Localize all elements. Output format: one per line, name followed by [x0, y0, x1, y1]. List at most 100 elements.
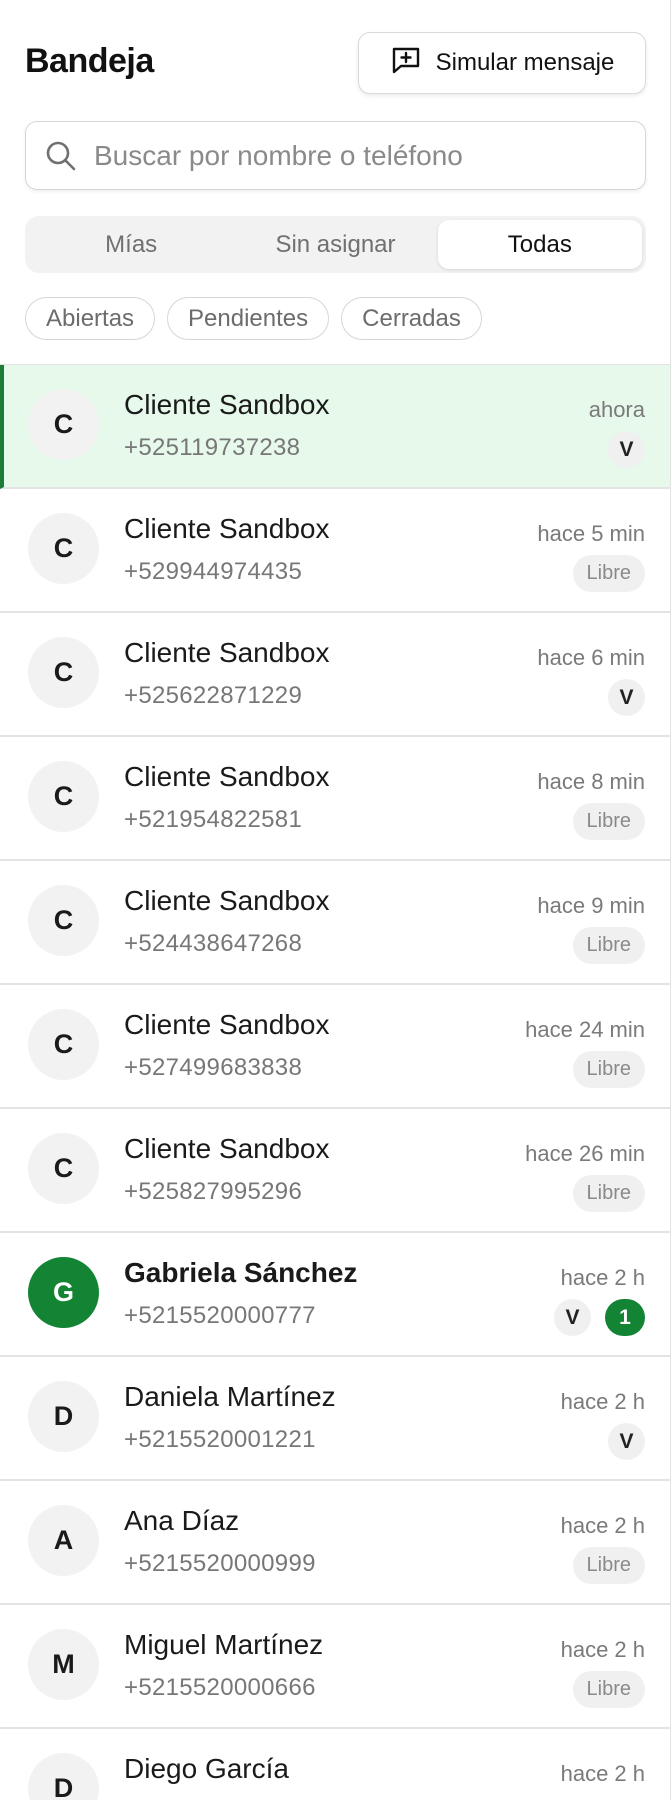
avatar: C [28, 389, 99, 460]
row-badges: V [608, 431, 645, 468]
avatar: M [28, 1629, 99, 1700]
filter-chip-abiertas[interactable]: Abiertas [25, 297, 156, 340]
timestamp: hace 2 h [560, 1513, 645, 1538]
assignee-badge: V [608, 1423, 645, 1460]
status-badge: Libre [572, 1051, 645, 1088]
conversation-list: C Cliente Sandbox +525119737238 ahora V C Clie… [0, 364, 670, 1800]
contact-name: Cliente Sandbox [124, 389, 330, 420]
timestamp: hace 9 min [537, 893, 645, 918]
contact-phone: +5215520000666 [124, 1674, 316, 1701]
search-box [25, 121, 646, 190]
contact-phone: +527499683838 [124, 1054, 303, 1081]
timestamp: hace 24 min [525, 1017, 645, 1042]
page-title: Bandeja [25, 42, 154, 80]
contact-phone: +521954822581 [124, 806, 303, 833]
contact-phone: +524438647268 [124, 930, 303, 957]
tab-todas[interactable]: Todas [437, 220, 642, 269]
contact-name: Miguel Martínez [124, 1629, 324, 1660]
timestamp: hace 8 min [537, 769, 645, 794]
filter-chip-pendientes[interactable]: Pendientes [167, 297, 330, 340]
tab-sin-asignar[interactable]: Sin asignar [233, 220, 437, 269]
add-message-icon [390, 44, 422, 83]
avatar: D [28, 1753, 99, 1800]
conversation-row[interactable]: C Cliente Sandbox +521954822581 hace 8 min L… [0, 737, 670, 861]
search-input[interactable] [92, 138, 616, 173]
contact-name: Diego García [124, 1753, 289, 1784]
avatar: C [28, 761, 99, 832]
contact-phone: +5215520000999 [124, 1550, 316, 1577]
avatar: D [28, 1381, 99, 1452]
inbox-header: Bandeja Simular mensaje [25, 32, 646, 96]
conversation-row[interactable]: C Cliente Sandbox +527499683838 hace 24 min… [0, 985, 670, 1109]
row-badges: Libre [572, 803, 645, 840]
avatar: C [28, 1133, 99, 1204]
contact-name: Cliente Sandbox [124, 885, 330, 916]
row-badges: V1 [554, 1299, 645, 1336]
status-badge: Libre [572, 1671, 645, 1708]
unread-count-badge: 1 [605, 1299, 645, 1336]
contact-name: Cliente Sandbox [124, 1009, 330, 1040]
avatar: G [28, 1257, 99, 1328]
row-badges: V [608, 679, 645, 716]
contact-name: Gabriela Sánchez [124, 1257, 358, 1288]
timestamp: hace 2 h [560, 1265, 645, 1290]
timestamp: hace 2 h [560, 1389, 645, 1414]
timestamp: hace 6 min [537, 645, 645, 670]
timestamp: hace 2 h [560, 1637, 645, 1662]
conversation-row[interactable]: C Cliente Sandbox +529944974435 hace 5 min L… [0, 489, 670, 613]
contact-name: Ana Díaz [124, 1505, 240, 1536]
assignment-tabs: Mías Sin asignar Todas [25, 216, 646, 273]
assignee-badge: V [608, 431, 645, 468]
contact-name: Cliente Sandbox [124, 761, 330, 792]
status-badge: Libre [572, 555, 645, 592]
timestamp: hace 26 min [525, 1141, 645, 1166]
row-badges: Libre [572, 1547, 645, 1584]
inbox-panel: Bandeja Simular mensaje MíasSin asignarT… [0, 0, 671, 1800]
conversation-row[interactable]: C Cliente Sandbox +525119737238 ahora V [0, 365, 670, 489]
conversation-row[interactable]: M Miguel Martínez +5215520000666 hace 2 h Li… [0, 1605, 670, 1729]
conversation-row[interactable]: C Cliente Sandbox +525622871229 hace 6 min V [0, 613, 670, 737]
assignee-badge: V [554, 1299, 591, 1336]
contact-name: Cliente Sandbox [124, 513, 330, 544]
avatar: C [28, 513, 99, 584]
contact-name: Daniela Martínez [124, 1381, 336, 1412]
contact-name: Cliente Sandbox [124, 1133, 330, 1164]
row-badges: Libre [572, 1671, 645, 1708]
tab-mias[interactable]: Mías [29, 220, 233, 269]
filter-chip-cerradas[interactable]: Cerradas [341, 297, 482, 340]
row-badges: Libre [572, 555, 645, 592]
conversation-row[interactable]: C Cliente Sandbox +524438647268 hace 9 min L… [0, 861, 670, 985]
contact-phone: +529944974435 [124, 558, 303, 585]
conversation-row[interactable]: D Daniela Martínez +5215520001221 hace 2 h V [0, 1357, 670, 1481]
conversation-row[interactable]: G Gabriela Sánchez +5215520000777 hace 2 h V… [0, 1233, 670, 1357]
status-badge: Libre [572, 1547, 645, 1584]
conversation-row[interactable]: D Diego García hace 2 h [0, 1729, 670, 1800]
simulate-message-label: Simular mensaje [435, 49, 615, 76]
row-badges: Libre [572, 1051, 645, 1088]
avatar: C [28, 885, 99, 956]
search-icon [44, 139, 78, 173]
contact-phone: +525622871229 [124, 682, 303, 709]
status-badge: Libre [572, 803, 645, 840]
contact-name: Cliente Sandbox [124, 637, 330, 668]
timestamp: hace 2 h [560, 1761, 645, 1786]
avatar: C [28, 637, 99, 708]
contact-phone: +525119737238 [124, 434, 301, 461]
timestamp: hace 5 min [537, 521, 645, 546]
status-badge: Libre [572, 927, 645, 964]
avatar: C [28, 1009, 99, 1080]
status-filters: Abiertas Pendientes Cerradas [25, 297, 482, 340]
row-badges: V [608, 1423, 645, 1460]
timestamp: ahora [588, 397, 645, 422]
assignee-badge: V [608, 679, 645, 716]
avatar: A [28, 1505, 99, 1576]
status-badge: Libre [572, 1175, 645, 1212]
conversation-row[interactable]: A Ana Díaz +5215520000999 hace 2 h Libre [0, 1481, 670, 1605]
contact-phone: +5215520001221 [124, 1426, 316, 1453]
row-badges: Libre [572, 927, 645, 964]
row-badges: Libre [572, 1175, 645, 1212]
conversation-row[interactable]: C Cliente Sandbox +525827995296 hace 26 min… [0, 1109, 670, 1233]
contact-phone: +5215520000777 [124, 1302, 316, 1329]
simulate-message-button[interactable]: Simular mensaje [358, 32, 646, 94]
contact-phone: +525827995296 [124, 1178, 303, 1205]
